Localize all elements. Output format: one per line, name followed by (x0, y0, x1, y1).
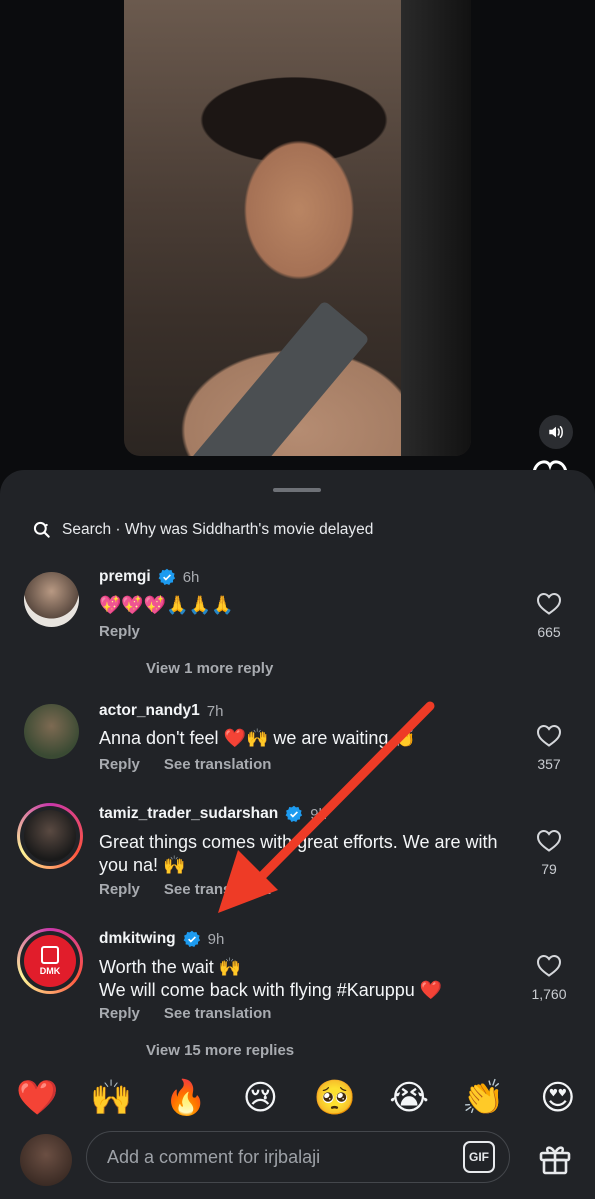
see-translation-button[interactable]: See translation (164, 756, 272, 773)
heart-outline-icon (536, 954, 562, 977)
comment-username[interactable]: tamiz_trader_sudarshan (99, 805, 278, 823)
emoji-reaction[interactable]: 😍 (531, 1078, 585, 1126)
reply-button[interactable]: Reply (99, 1005, 140, 1022)
verified-badge-icon (158, 568, 175, 585)
emoji-reaction[interactable]: 🙌 (85, 1078, 139, 1126)
gif-button[interactable]: GIF (463, 1141, 495, 1173)
search-suggestion[interactable]: Search · Why was Siddharth's movie delay… (32, 520, 373, 540)
search-suggestion-text: Search · Why was Siddharth's movie delay… (62, 521, 374, 538)
comment-username[interactable]: actor_nandy1 (99, 702, 200, 720)
comment-time: 7h (206, 702, 224, 720)
comment-text: Great things comes with great efforts. W… (99, 832, 498, 875)
like-button[interactable]: 1,760 (519, 954, 579, 1002)
emoji-reaction[interactable]: 🥺 (308, 1078, 362, 1126)
avatar-story-ring[interactable]: DMK (17, 928, 83, 994)
comment-input-placeholder: Add a comment for irjbalaji (107, 1146, 321, 1167)
dmk-logo-avatar: DMK (24, 935, 76, 987)
see-translation-button[interactable]: See translation (164, 1005, 272, 1022)
current-user-avatar (20, 1134, 72, 1186)
comment-input[interactable]: Add a comment for irjbalaji GIF (86, 1131, 510, 1183)
comment-time: 9h (310, 805, 327, 823)
avatar-story-ring[interactable] (17, 803, 83, 869)
like-button[interactable]: 357 (525, 724, 573, 772)
avatar (24, 810, 76, 862)
reply-button[interactable]: Reply (99, 756, 140, 773)
comment-text: Worth the wait 🙌 We will come back with … (99, 956, 499, 1002)
emoji-reaction[interactable]: 😭 (382, 1078, 436, 1126)
verified-badge-icon (285, 805, 303, 822)
video-area[interactable] (0, 0, 595, 480)
comment-text-line: We will come back with flying #Karuppu ❤… (99, 980, 443, 1000)
emoji-reaction[interactable]: 🔥 (159, 1078, 213, 1126)
like-count: 1,760 (531, 986, 567, 1002)
avatar[interactable] (24, 704, 79, 759)
seatbelt-image (156, 300, 370, 456)
like-button[interactable]: 79 (525, 829, 573, 877)
comment-text: Anna don't feel ❤️🙌 we are waiting 👏 (99, 728, 416, 748)
comment-text: 💖💖💖🙏🙏🙏 (99, 595, 234, 615)
emoji-reaction[interactable]: 👏 (456, 1078, 510, 1126)
emoji-reaction[interactable]: 😢 (233, 1078, 287, 1126)
verified-badge-icon (183, 930, 200, 947)
comment-username[interactable]: dmkitwing (99, 930, 176, 948)
avatar[interactable] (24, 572, 79, 627)
quick-emoji-bar: ❤️ 🙌 🔥 😢 🥺 😭 👏 😍 (0, 1078, 595, 1126)
reply-button[interactable]: Reply (99, 881, 140, 898)
comment-text-line: Worth the wait 🙌 (99, 957, 242, 977)
like-count: 357 (537, 756, 561, 772)
search-icon (33, 521, 50, 538)
like-count: 665 (537, 624, 561, 640)
gift-icon[interactable] (537, 1140, 573, 1176)
comment-username[interactable]: premgi (99, 568, 151, 586)
speaker-icon (549, 426, 563, 438)
see-translation-button[interactable]: See translation (164, 881, 272, 898)
car-window-image (401, 0, 471, 456)
heart-outline-icon (536, 592, 562, 615)
comment-composer: Add a comment for irjbalaji GIF (0, 1130, 595, 1199)
heart-outline-icon (536, 724, 562, 747)
reply-button[interactable]: Reply (99, 623, 140, 640)
heart-outline-icon (536, 829, 562, 852)
like-count: 79 (541, 861, 557, 877)
view-more-replies[interactable]: View 15 more replies (146, 1042, 294, 1059)
view-more-replies[interactable]: View 1 more reply (146, 660, 273, 677)
comment-time: 9h (207, 930, 225, 948)
video-frame[interactable] (124, 0, 471, 456)
drag-handle[interactable] (273, 488, 321, 492)
emoji-reaction[interactable]: ❤️ (10, 1078, 64, 1126)
comment-time: 6h (182, 568, 200, 586)
mute-toggle-button[interactable] (539, 415, 573, 449)
like-button[interactable]: 665 (525, 592, 573, 640)
dmk-logo-text: DMK (39, 966, 61, 976)
